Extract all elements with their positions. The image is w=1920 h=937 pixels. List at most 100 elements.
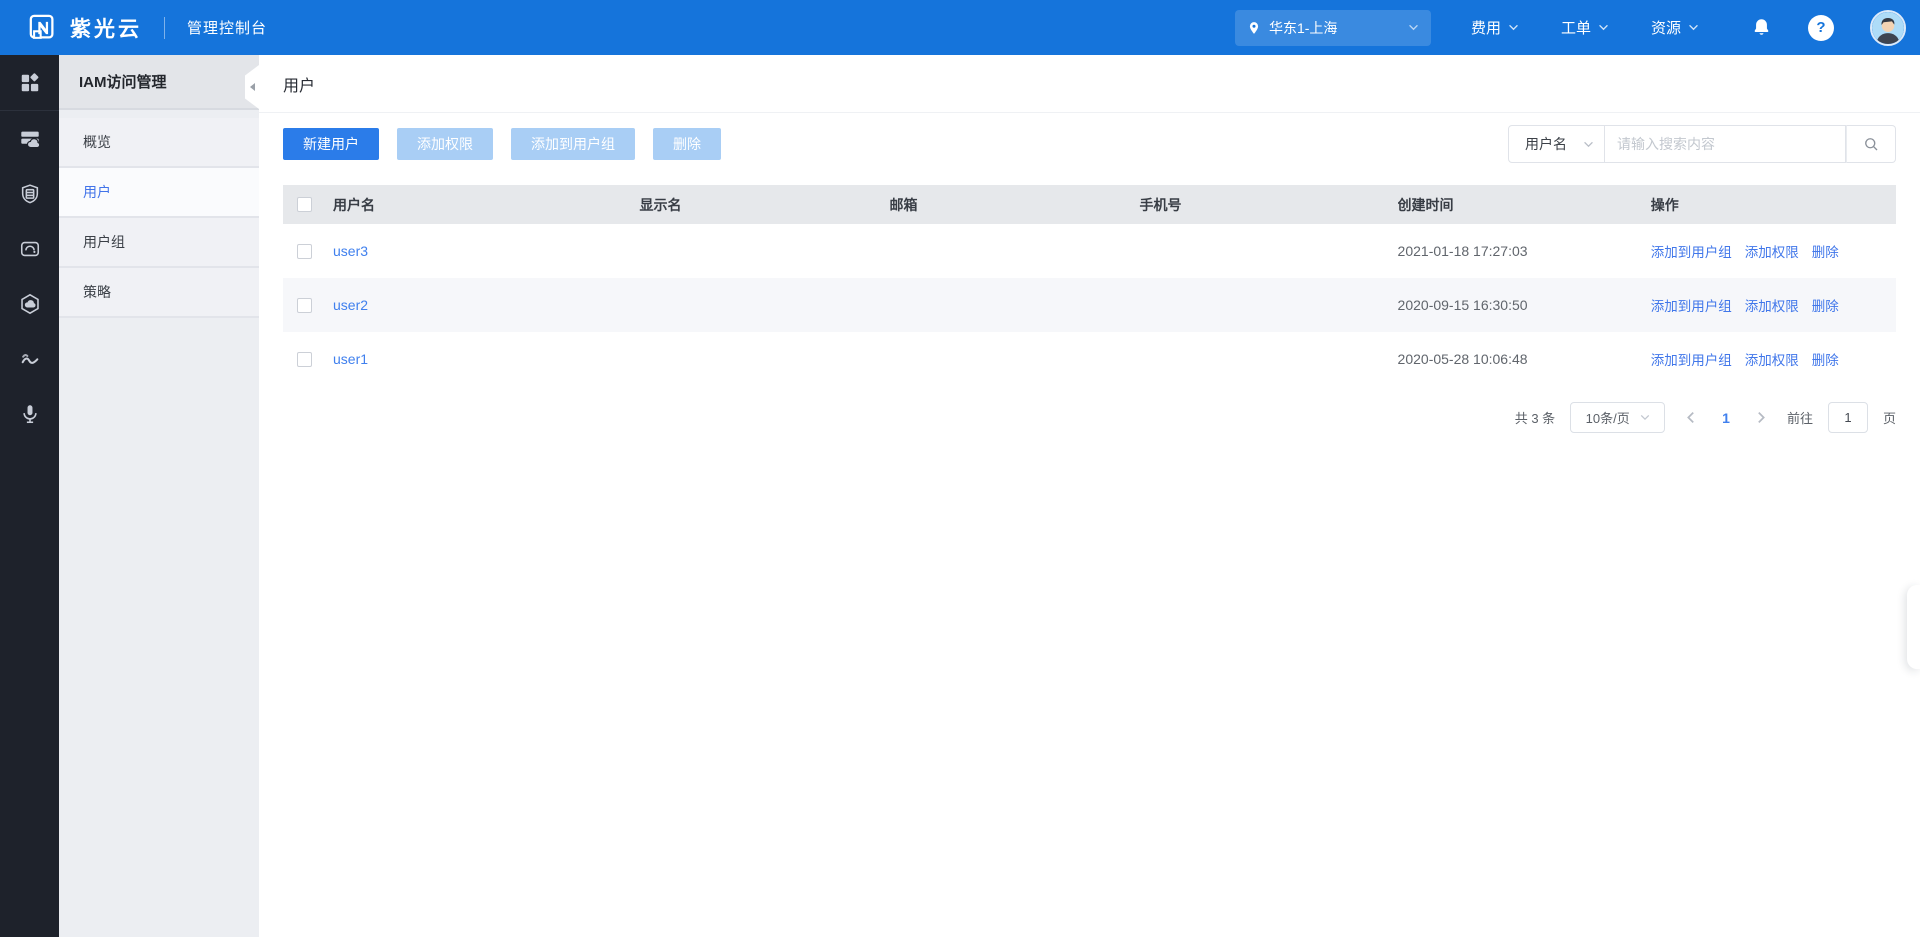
table-row: user1 2020-05-28 10:06:48 添加到用户组添加权限删除 xyxy=(283,332,1896,386)
username-link[interactable]: user3 xyxy=(333,243,368,259)
pagination: 共 3 条 10条/页 1 前往 页 xyxy=(283,402,1896,433)
row-action-add-to-group[interactable]: 添加到用户组 xyxy=(1651,295,1732,315)
toolbar: 新建用户 添加权限 添加到用户组 删除 用户名 xyxy=(283,125,1896,163)
console-title: 管理控制台 xyxy=(187,17,267,38)
search-group: 用户名 xyxy=(1508,125,1896,163)
region-selector[interactable]: 华东1-上海 xyxy=(1235,10,1431,46)
topbar-menu-label: 费用 xyxy=(1471,17,1501,38)
server-cloud-icon[interactable] xyxy=(0,111,59,166)
prev-page-button[interactable] xyxy=(1680,411,1701,424)
username-link[interactable]: user1 xyxy=(333,351,368,367)
sidebar-item-policies[interactable]: 策略 xyxy=(59,268,259,318)
icon-rail xyxy=(0,55,59,937)
current-page[interactable]: 1 xyxy=(1716,410,1736,426)
row-action-add-to-group[interactable]: 添加到用户组 xyxy=(1651,349,1732,369)
sidebar-item-overview[interactable]: 概览 xyxy=(59,118,259,168)
logo-text: 紫光云 xyxy=(70,13,142,43)
title-bar: 用户 xyxy=(259,55,1920,113)
column-header-created: 创建时间 xyxy=(1398,195,1651,215)
next-page-button[interactable] xyxy=(1751,411,1772,424)
help-button[interactable] xyxy=(1808,15,1834,41)
row-action-delete[interactable]: 删除 xyxy=(1812,241,1839,261)
topbar-menu-label: 工单 xyxy=(1561,17,1591,38)
shield-server-icon[interactable] xyxy=(0,166,59,221)
row-actions: 添加到用户组添加权限删除 xyxy=(1651,349,1896,369)
table-body: user3 2021-01-18 17:27:03 添加到用户组添加权限删除 u… xyxy=(283,224,1896,386)
row-actions: 添加到用户组添加权限删除 xyxy=(1651,241,1896,261)
topbar-menu-label: 资源 xyxy=(1651,17,1681,38)
cell-created: 2020-09-15 16:30:50 xyxy=(1398,297,1651,313)
search-input[interactable] xyxy=(1605,125,1846,163)
storage-icon[interactable] xyxy=(0,221,59,276)
column-header-display-name: 显示名 xyxy=(639,195,889,215)
cell-created: 2021-01-18 17:27:03 xyxy=(1398,243,1651,259)
sidebar-menu: 概览 用户 用户组 策略 xyxy=(59,118,259,318)
row-checkbox[interactable] xyxy=(297,352,312,367)
column-header-actions: 操作 xyxy=(1651,195,1896,215)
location-pin-icon xyxy=(1247,21,1261,35)
add-to-group-button[interactable]: 添加到用户组 xyxy=(511,128,635,160)
row-action-delete[interactable]: 删除 xyxy=(1812,349,1839,369)
goto-label: 前往 xyxy=(1787,408,1813,427)
chevron-down-icon xyxy=(1640,414,1650,421)
users-table: 用户名 显示名 邮箱 手机号 创建时间 操作 user3 2021-01-18 … xyxy=(283,185,1896,386)
topbar-menu-billing[interactable]: 费用 xyxy=(1471,17,1519,38)
avatar[interactable] xyxy=(1870,10,1906,46)
notifications-button[interactable] xyxy=(1751,17,1772,38)
region-label: 华东1-上海 xyxy=(1269,18,1408,38)
chevron-down-icon xyxy=(1583,141,1594,148)
page-size-label: 10条/页 xyxy=(1586,408,1630,427)
row-checkbox[interactable] xyxy=(297,298,312,313)
search-filter-label: 用户名 xyxy=(1525,134,1567,154)
unis-cloud-logo-icon xyxy=(28,13,58,43)
search-icon xyxy=(1862,135,1880,153)
total-count: 共 3 条 xyxy=(1515,408,1555,427)
create-user-button[interactable]: 新建用户 xyxy=(283,128,379,160)
topbar-menu-resources[interactable]: 资源 xyxy=(1651,17,1699,38)
add-permission-button[interactable]: 添加权限 xyxy=(397,128,493,160)
table-header-row: 用户名 显示名 邮箱 手机号 创建时间 操作 xyxy=(283,185,1896,224)
goto-unit: 页 xyxy=(1883,408,1896,427)
search-button[interactable] xyxy=(1846,125,1896,163)
brand-divider xyxy=(164,17,165,39)
row-action-add-permission[interactable]: 添加权限 xyxy=(1745,295,1799,315)
chevron-down-icon xyxy=(1598,24,1609,31)
row-action-delete[interactable]: 删除 xyxy=(1812,295,1839,315)
row-action-add-permission[interactable]: 添加权限 xyxy=(1745,241,1799,261)
apps-grid-icon[interactable] xyxy=(0,55,59,110)
chevron-left-icon xyxy=(250,83,255,91)
username-link[interactable]: user2 xyxy=(333,297,368,313)
table-row: user3 2021-01-18 17:27:03 添加到用户组添加权限删除 xyxy=(283,224,1896,278)
row-checkbox[interactable] xyxy=(297,244,312,259)
hexagon-cloud-icon[interactable] xyxy=(0,276,59,331)
page-size-select[interactable]: 10条/页 xyxy=(1570,402,1665,433)
table-row: user2 2020-09-15 16:30:50 添加到用户组添加权限删除 xyxy=(283,278,1896,332)
delete-button[interactable]: 删除 xyxy=(653,128,721,160)
microphone-icon[interactable] xyxy=(0,386,59,441)
chevron-down-icon xyxy=(1408,24,1419,31)
wave-icon[interactable] xyxy=(0,331,59,386)
sidebar-title: IAM访问管理 xyxy=(59,55,259,110)
main-content: 用户 新建用户 添加权限 添加到用户组 删除 用户名 xyxy=(259,55,1920,937)
topbar-menu-work-order[interactable]: 工单 xyxy=(1561,17,1609,38)
sidebar-item-users[interactable]: 用户 xyxy=(59,168,259,218)
row-action-add-to-group[interactable]: 添加到用户组 xyxy=(1651,241,1732,261)
page-title: 用户 xyxy=(283,72,315,96)
topbar-menus: 费用 工单 资源 xyxy=(1471,17,1699,38)
sidebar-item-label: 用户 xyxy=(83,182,111,202)
column-header-email: 邮箱 xyxy=(889,195,1139,215)
sidebar-item-label: 策略 xyxy=(83,282,111,302)
sidebar-item-label: 用户组 xyxy=(83,232,125,252)
search-filter-select[interactable]: 用户名 xyxy=(1508,125,1605,163)
row-action-add-permission[interactable]: 添加权限 xyxy=(1745,349,1799,369)
edge-floating-widget[interactable] xyxy=(1907,585,1920,669)
select-all-checkbox[interactable] xyxy=(297,197,312,212)
sidebar-item-label: 概览 xyxy=(83,132,111,152)
goto-page-input[interactable] xyxy=(1828,402,1868,433)
column-header-username: 用户名 xyxy=(333,195,639,215)
cell-created: 2020-05-28 10:06:48 xyxy=(1398,351,1651,367)
brand: 紫光云 管理控制台 xyxy=(28,13,267,43)
row-actions: 添加到用户组添加权限删除 xyxy=(1651,295,1896,315)
bell-icon xyxy=(1751,17,1772,38)
sidebar-item-user-groups[interactable]: 用户组 xyxy=(59,218,259,268)
